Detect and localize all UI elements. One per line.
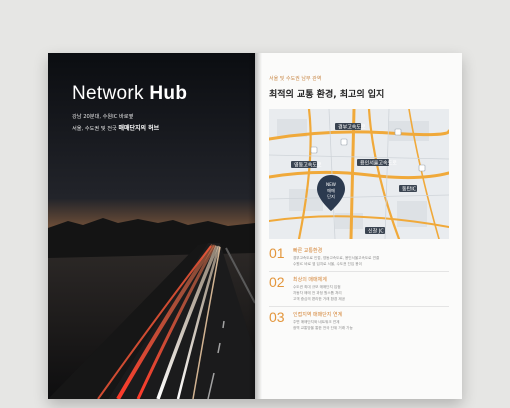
map-label-singal-jc: 신갈 JC [368, 228, 384, 235]
item-text-01-2: 수원IC 바로 옆 입지로 서울, 수도권 진입 용이 [293, 262, 362, 266]
item-number-02: 02 [269, 274, 285, 290]
left-page: Network Hub 강남 20분대, 수원IC 바로옆 서울, 수도권 및 … [48, 53, 255, 399]
item-title-02: 최상의 매매체계 [293, 277, 327, 283]
divider [269, 306, 449, 307]
subtitle-line-2: 서울, 수도권 및 전국 매매단지의 허브 [72, 125, 160, 132]
item-text-02-1: 수도권 최대 규모 매매단지 입점 [293, 285, 341, 289]
page-title: Network Hub [72, 83, 188, 104]
divider [269, 271, 449, 272]
subtitle-line-1: 강남 20분대, 수원IC 바로옆 [72, 114, 134, 120]
item-number-01: 01 [269, 245, 285, 261]
item-text-03-2: 광역 교통망을 통한 전국 단위 거래 가능 [293, 326, 353, 330]
svg-text:NEW: NEW [326, 182, 336, 187]
section-title: 최적의 교통 환경, 최고의 입지 [269, 90, 385, 100]
open-brochure: Network Hub 강남 20분대, 수원IC 바로옆 서울, 수도권 및 … [48, 53, 462, 399]
map-label-dongtan-ic: 동탄IC [402, 186, 417, 193]
map-label-gyeongbu: 경부고속도로 [338, 124, 366, 131]
item-text-02-3: 고객 중심의 편리한 거래 환경 제공 [293, 297, 345, 301]
item-text-02-2: 자동차 매매 전 과정 원스톱 처리 [293, 291, 342, 295]
location-map: 경부고속도로 영동고속도로 용인서울고속도로 동탄IC 신갈 JC NEW 매매… [269, 109, 449, 239]
brochure-spine [248, 53, 262, 399]
item-title-03: 인접지역 매매단지 연계 [293, 312, 343, 318]
item-title-01: 빠른 교통환경 [293, 248, 323, 254]
svg-text:매매: 매매 [327, 187, 335, 194]
map-label-yeongdong: 영동고속도로 [294, 162, 322, 169]
section-kicker: 서울 및 수도권 남부 관역 [269, 76, 322, 82]
item-text-03-1: 주변 매매단지와 네트워크 연계 [293, 320, 340, 324]
item-number-03: 03 [269, 309, 285, 325]
svg-text:단지: 단지 [327, 193, 335, 200]
right-page: 서울 및 수도권 남부 관역 최적의 교통 환경, 최고의 입지 경부고속도로 … [255, 53, 462, 399]
item-text-01-1: 경부고속도로 인접, 영동고속도로, 용인서울고속도로 연결 [293, 256, 380, 260]
map-label-yongin-seoul: 용인서울고속도로 [360, 160, 397, 167]
